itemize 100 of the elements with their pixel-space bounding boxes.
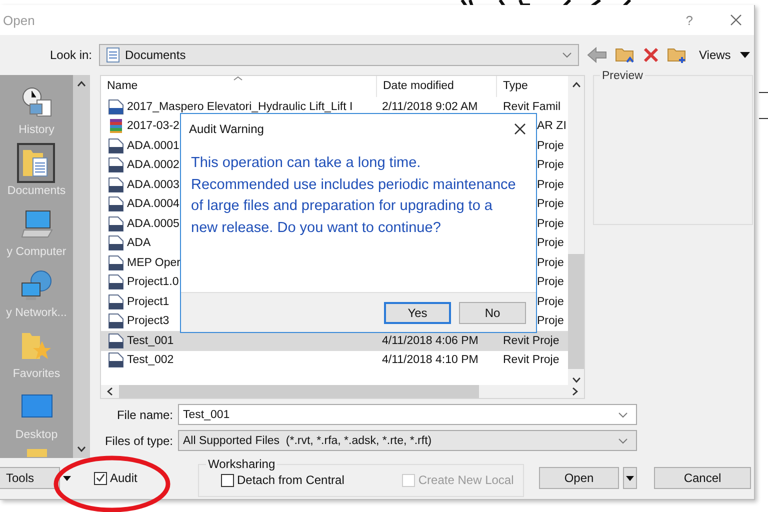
delete-icon[interactable] — [643, 47, 659, 63]
laptop-icon[interactable] — [20, 209, 54, 239]
chevron-down-icon[interactable] — [618, 438, 628, 444]
file-name[interactable]: ADA.0005 — [127, 218, 180, 230]
new-folder-icon[interactable] — [667, 46, 687, 64]
project-file-icon — [108, 274, 124, 290]
file-type: Proje — [537, 198, 564, 210]
file-name[interactable]: Test_001 — [127, 334, 174, 347]
project-file-icon — [108, 352, 124, 368]
file-type: Proje — [537, 159, 564, 172]
close-icon[interactable] — [514, 123, 526, 135]
file-type: Proje — [537, 276, 564, 288]
file-name[interactable]: ADA.0004 — [127, 198, 180, 210]
tools-button[interactable]: Tools — [0, 467, 60, 489]
worksharing-label: Worksharing — [206, 456, 278, 470]
file-name[interactable]: Test_002 — [127, 354, 174, 366]
file-type: AR ZI — [537, 120, 566, 132]
file-name[interactable]: 2017_Maspero Elevatori_Hydraulic Lift_Lift I — [127, 100, 353, 113]
scroll-left-icon[interactable] — [107, 387, 113, 396]
clock-icon[interactable] — [20, 86, 52, 118]
back-arrow-icon[interactable] — [587, 47, 607, 63]
scrollbar[interactable] — [568, 76, 584, 385]
file-name[interactable]: ADA.0002 — [127, 159, 180, 172]
views-menu[interactable]: Views — [699, 48, 731, 62]
date-modified: 4/11/2018 4:10 PM — [382, 354, 478, 366]
checkbox-label: Create New Local — [418, 473, 514, 487]
file-type: Proje — [537, 296, 564, 308]
file-name[interactable]: ADA.0003 — [127, 178, 180, 191]
window-title: Open — [3, 12, 36, 28]
scrollbar[interactable] — [73, 75, 90, 458]
chevron-down-icon[interactable] — [562, 52, 572, 58]
audit-checkbox[interactable] — [94, 472, 107, 484]
file-name[interactable]: 2017-03-2 — [127, 120, 180, 132]
dialog-title: Audit Warning — [189, 122, 264, 136]
scrollbar-thumb[interactable] — [119, 385, 479, 398]
look-in-dropdown[interactable]: Documents — [99, 44, 579, 66]
document-icon — [106, 47, 120, 63]
file-name[interactable]: Project1 — [127, 296, 170, 308]
date-modified: 2/11/2018 9:02 AM — [382, 100, 478, 113]
file-name-label: File name: — [116, 408, 173, 422]
file-type: Proje — [537, 140, 564, 152]
scroll-down-icon[interactable] — [572, 377, 580, 383]
sort-caret-icon — [233, 76, 243, 81]
scroll-up-icon[interactable] — [572, 82, 580, 88]
scroll-down-icon[interactable] — [77, 446, 86, 452]
column-header[interactable]: Date modified — [377, 76, 497, 97]
file-name[interactable]: Project1.0 — [127, 276, 179, 288]
checkbox[interactable] — [221, 474, 234, 486]
project-file-icon — [108, 254, 124, 271]
checkmark-icon — [95, 472, 106, 484]
file-name[interactable]: MEP Oper — [127, 256, 180, 269]
project-file-icon — [108, 196, 124, 212]
project-file-icon — [108, 294, 124, 310]
file-type: Proje — [537, 237, 564, 250]
file-type: Revit Proje — [503, 354, 560, 366]
file-type: Proje — [537, 218, 564, 230]
dropdown-arrow-icon[interactable] — [740, 52, 750, 58]
date-modified: 4/11/2018 4:06 PM — [382, 334, 478, 347]
help-button[interactable]: ? — [686, 12, 693, 28]
project-file-icon — [108, 332, 124, 349]
scroll-up-icon[interactable] — [77, 81, 86, 87]
open-button[interactable]: Open — [539, 467, 619, 489]
project-file-icon — [108, 235, 124, 252]
cancel-button[interactable]: Cancel — [654, 467, 751, 489]
column-header[interactable]: Name — [101, 76, 377, 97]
file-name[interactable]: Project3 — [127, 315, 170, 328]
caret-icon[interactable] — [63, 476, 71, 480]
open-dropdown-button[interactable] — [623, 467, 637, 489]
look-in-label: Look in: — [48, 48, 92, 62]
file-type: Revit Famil — [503, 100, 561, 113]
file-type: Proje — [537, 315, 564, 328]
chevron-down-icon[interactable] — [618, 412, 628, 418]
scroll-right-icon[interactable] — [572, 387, 578, 396]
horizontal-scrollbar[interactable] — [101, 385, 584, 398]
scrollbar-thumb[interactable] — [568, 254, 584, 370]
archive-icon — [108, 118, 124, 134]
family-file-icon — [108, 98, 124, 115]
file-type: Proje — [537, 256, 564, 269]
file-type-dropdown[interactable]: All Supported Files (*.rvt, *.rfa, *.adsk, *.rte, *.rft) — [178, 430, 637, 451]
file-type-label: Files of type: — [104, 434, 173, 448]
folder-up-icon[interactable] — [615, 46, 635, 64]
file-type: Proje — [537, 178, 564, 191]
close-icon[interactable] — [730, 14, 742, 26]
warning-message: This operation can take a long time. Recommended use includes periodic maintenance of large files and preparation for upgrading to a new release. Do you want to continue? — [191, 154, 517, 238]
caret-icon[interactable] — [626, 476, 634, 480]
file-name[interactable]: ADA — [127, 237, 151, 250]
project-file-icon — [108, 176, 124, 193]
audit-label: Audit — [110, 471, 138, 485]
preview-label: Preview — [600, 70, 645, 82]
file-name-field[interactable]: Test_001 — [178, 404, 637, 425]
file-type: Revit Proje — [503, 334, 560, 347]
project-file-icon — [108, 157, 124, 174]
project-file-icon — [108, 138, 124, 154]
checkbox-label: Detach from Central — [237, 473, 344, 487]
globe-computer-icon[interactable] — [20, 269, 54, 301]
dialog-button[interactable]: Yes — [384, 302, 451, 324]
column-header[interactable]: Type — [497, 76, 568, 97]
file-name[interactable]: ADA.0001 — [127, 140, 180, 152]
project-file-icon — [108, 313, 124, 330]
dialog-button[interactable]: No — [459, 302, 526, 324]
